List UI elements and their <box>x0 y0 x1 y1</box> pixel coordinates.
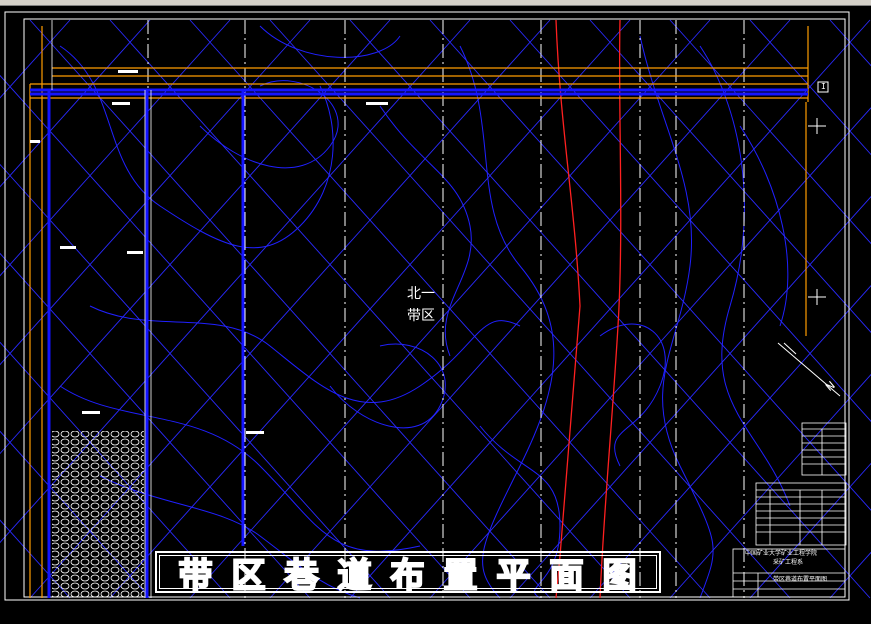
title-block-line1: 中国矿业大学矿业工程学院 <box>745 550 818 557</box>
crosshair-icon <box>808 118 826 305</box>
north-arrow-icon: N <box>777 342 841 397</box>
cad-drawing-canvas[interactable]: N <box>0 6 871 624</box>
annotation-tag <box>82 411 100 414</box>
region-label-line1: 北一 <box>407 286 435 302</box>
annotation-tag <box>246 431 264 434</box>
contour-curve <box>699 45 791 507</box>
annotation-tags <box>30 70 388 434</box>
fault-line <box>555 19 581 599</box>
annotation-tag <box>60 246 76 249</box>
grid-line <box>0 252 311 599</box>
title-block-line2: 采矿工程系 <box>773 559 804 566</box>
goaf-area <box>52 431 144 598</box>
annotation-tag <box>118 70 138 73</box>
annotation-tag <box>366 102 388 105</box>
sheet-marker: I <box>821 82 826 91</box>
grid-line <box>0 19 311 366</box>
annotation-tag <box>30 140 40 143</box>
legend-table <box>801 422 847 476</box>
region-label: 北一 带区 <box>407 286 435 324</box>
dash-dot-lines <box>147 20 745 598</box>
drawing-title: 带区巷道布置平面图 <box>178 555 656 597</box>
drawing-title-banner: 带区巷道布置平面图 <box>155 551 661 597</box>
contour-curve <box>639 35 714 599</box>
contour-curve <box>329 343 446 429</box>
region-label-line2: 带区 <box>407 308 435 324</box>
data-table <box>755 482 847 546</box>
contour-curve <box>459 45 555 599</box>
annotation-tag <box>127 251 143 254</box>
annotation-tag <box>112 102 130 105</box>
contour-curve <box>89 305 521 404</box>
title-block-line3: 带区巷道布置平面图 <box>773 576 828 583</box>
